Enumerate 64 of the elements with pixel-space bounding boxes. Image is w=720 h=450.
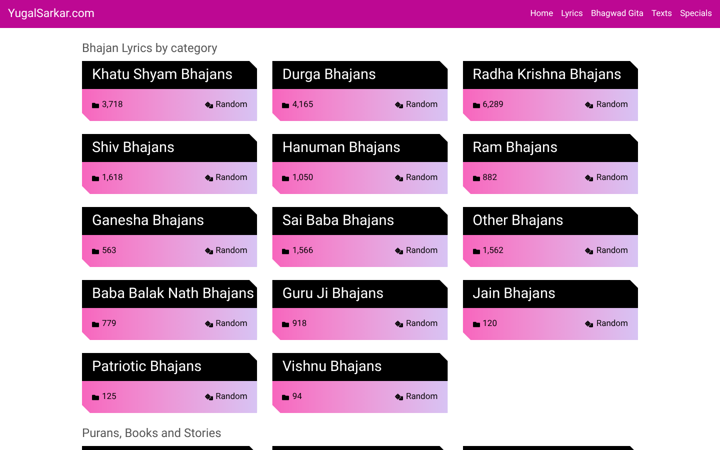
nav-link[interactable]: Bhagwad Gita bbox=[590, 8, 644, 20]
bhajan-count: 94 bbox=[292, 390, 302, 404]
dice-icon bbox=[395, 320, 403, 328]
random-link[interactable]: Random bbox=[596, 244, 628, 258]
random-link[interactable]: Random bbox=[216, 172, 248, 184]
folder-icon bbox=[282, 320, 290, 328]
bhajan-count: 1,618 bbox=[102, 172, 123, 184]
bhajan-count: 882 bbox=[482, 172, 497, 184]
dice-icon bbox=[204, 247, 213, 255]
dice-icon bbox=[395, 393, 403, 401]
section-heading: Purans, Books and Stories bbox=[82, 425, 222, 442]
random-link[interactable]: Random bbox=[406, 390, 438, 404]
nav-link[interactable]: Texts bbox=[652, 8, 672, 20]
bhajan-count: 1,566 bbox=[292, 244, 314, 258]
folder-icon bbox=[92, 248, 99, 254]
dice-icon bbox=[395, 247, 403, 255]
dice-icon bbox=[204, 174, 213, 182]
dice-icon bbox=[585, 174, 594, 182]
dice-icon bbox=[395, 174, 403, 182]
bhajan-count: 3,718 bbox=[102, 98, 123, 112]
dice-icon bbox=[395, 101, 403, 109]
nav-link[interactable]: Lyrics bbox=[561, 8, 583, 20]
random-link[interactable]: Random bbox=[216, 98, 248, 112]
folder-icon bbox=[92, 394, 99, 400]
random-link[interactable]: Random bbox=[406, 318, 438, 330]
bhajan-count: 125 bbox=[102, 390, 116, 404]
random-link[interactable]: Random bbox=[406, 244, 438, 258]
random-link[interactable]: Random bbox=[216, 390, 248, 404]
bhajan-count: 1,562 bbox=[482, 244, 504, 258]
folder-icon bbox=[282, 248, 290, 254]
dice-icon bbox=[585, 101, 594, 109]
random-link[interactable]: Random bbox=[216, 244, 248, 258]
folder-icon bbox=[472, 174, 480, 182]
bhajan-count: 6,289 bbox=[482, 98, 504, 112]
random-link[interactable]: Random bbox=[596, 98, 628, 112]
folder-icon bbox=[92, 102, 99, 108]
dice-icon bbox=[204, 320, 213, 328]
site-logo[interactable]: YugalSarkar.com bbox=[8, 5, 95, 23]
dice-icon bbox=[204, 101, 213, 109]
nav-link[interactable]: Specials bbox=[680, 8, 712, 20]
bhajan-count: 120 bbox=[482, 318, 497, 330]
folder-icon bbox=[472, 102, 480, 108]
dice-icon bbox=[585, 247, 594, 255]
folder-icon bbox=[282, 102, 290, 108]
folder-icon bbox=[472, 320, 480, 328]
dice-icon bbox=[585, 320, 594, 328]
random-link[interactable]: Random bbox=[406, 98, 438, 112]
random-link[interactable]: Random bbox=[596, 172, 628, 184]
folder-icon bbox=[282, 174, 290, 182]
folder-icon bbox=[282, 394, 290, 400]
folder-icon bbox=[92, 174, 99, 182]
bhajan-count: 918 bbox=[292, 318, 307, 330]
random-link[interactable]: Random bbox=[406, 172, 438, 184]
random-link[interactable]: Random bbox=[216, 318, 248, 330]
folder-icon bbox=[92, 320, 99, 328]
nav-link[interactable]: Home bbox=[530, 8, 554, 20]
folder-icon bbox=[472, 248, 480, 254]
bhajan-count: 779 bbox=[102, 318, 116, 330]
bhajan-count: 1,050 bbox=[292, 172, 314, 184]
bhajan-count: 4,165 bbox=[292, 98, 314, 112]
dice-icon bbox=[204, 393, 213, 401]
random-link[interactable]: Random bbox=[596, 318, 628, 330]
bhajan-count: 563 bbox=[102, 244, 116, 258]
section-heading: Bhajan Lyrics by category bbox=[82, 40, 218, 57]
